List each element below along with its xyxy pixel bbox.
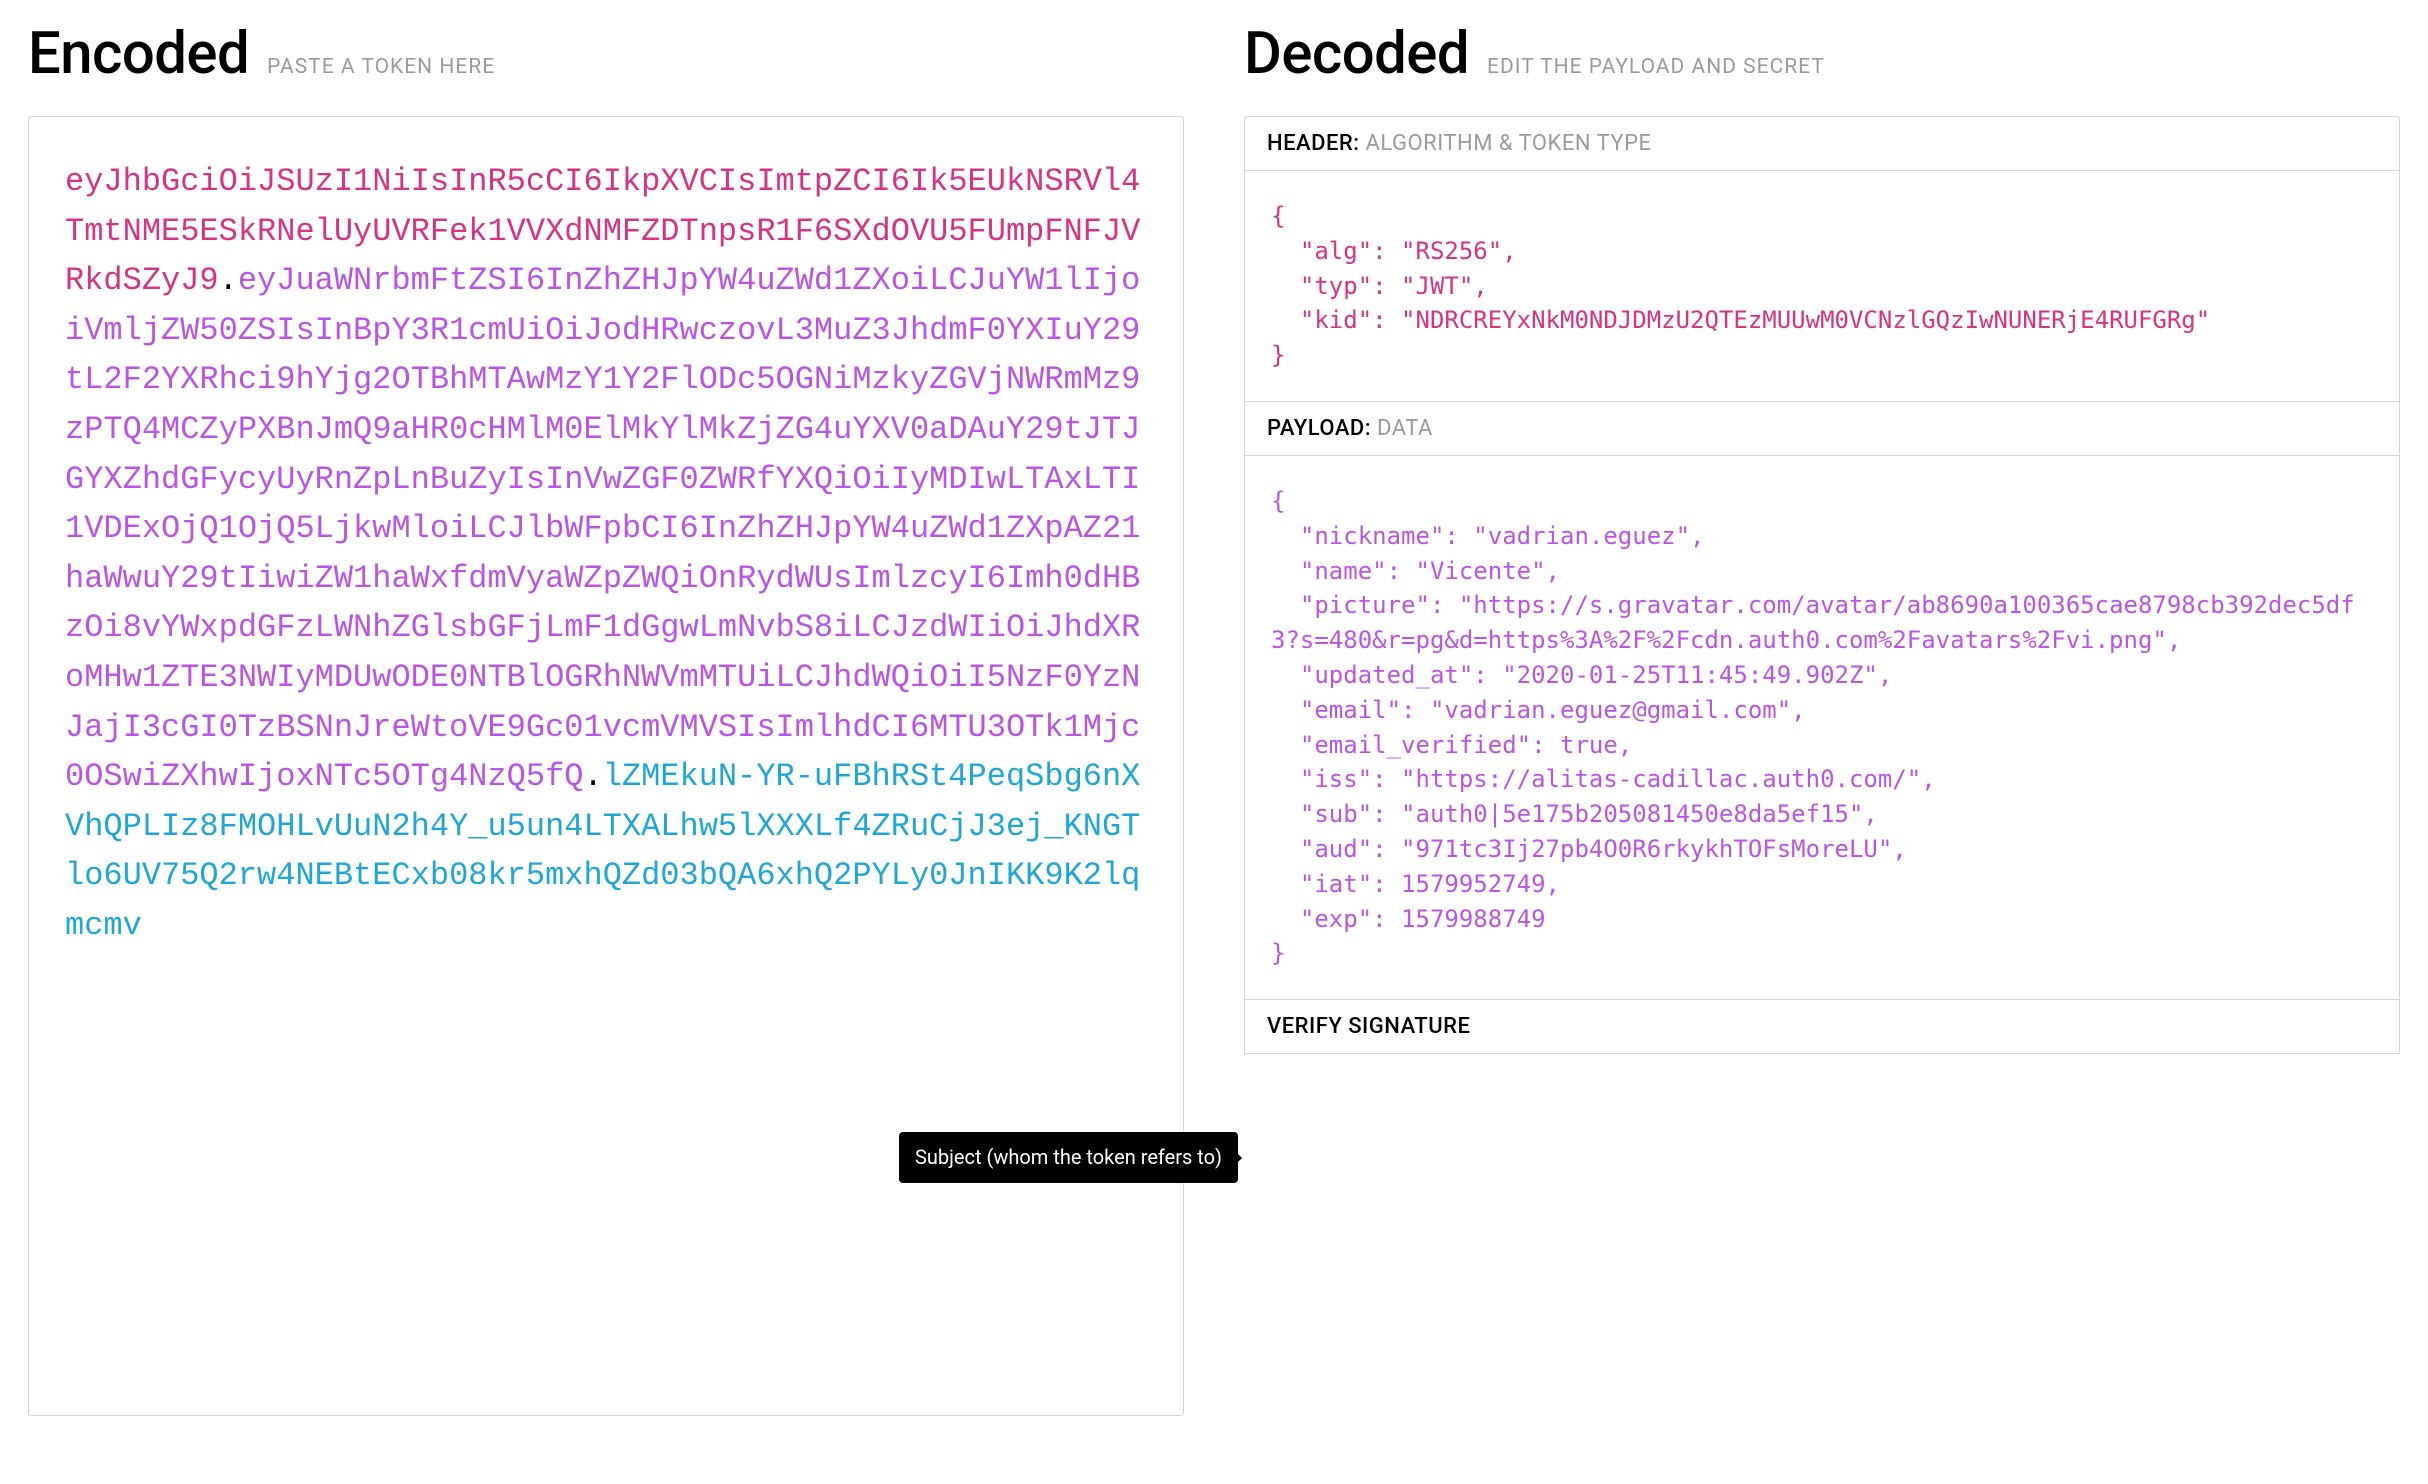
decoded-subtitle: EDIT THE PAYLOAD AND SECRET (1487, 55, 1825, 79)
decoded-payload-content[interactable]: { "nickname": "vadrian.eguez", "name": "… (1271, 484, 2373, 971)
decoded-title-row: Decoded EDIT THE PAYLOAD AND SECRET (1244, 20, 2400, 88)
decoded-signature-label: VERIFY SIGNATURE (1245, 1000, 2399, 1053)
decoded-header-label: HEADER: ALGORITHM & TOKEN TYPE (1245, 117, 2399, 171)
encoded-subtitle: PASTE A TOKEN HERE (267, 55, 495, 79)
decoded-stack: HEADER: ALGORITHM & TOKEN TYPE { "alg": … (1244, 116, 2400, 1054)
encoded-title-row: Encoded PASTE A TOKEN HERE (28, 20, 1184, 88)
decoded-header-panel: HEADER: ALGORITHM & TOKEN TYPE { "alg": … (1244, 116, 2400, 402)
encoded-title: Encoded (28, 20, 249, 88)
encoded-token-box[interactable]: eyJhbGciOiJSUzI1NiIsInR5cCI6IkpXVCIsImtp… (28, 116, 1184, 1416)
decoded-payload-label-strong: PAYLOAD: (1267, 416, 1371, 441)
decoded-payload-panel: PAYLOAD: DATA { "nickname": "vadrian.egu… (1244, 401, 2400, 1000)
claim-tooltip: Subject (whom the token refers to) (899, 1132, 1238, 1183)
decoded-payload-body[interactable]: { "nickname": "vadrian.eguez", "name": "… (1245, 456, 2399, 999)
token-payload-segment[interactable]: eyJuaWNrbmFtZSI6InZhZHJpYW4uZWd1ZXoiLCJu… (65, 262, 1140, 795)
tooltip-text: Subject (whom the token refers to) (915, 1145, 1222, 1169)
decoded-header-label-strong: HEADER: (1267, 131, 1360, 156)
decoded-header-content[interactable]: { "alg": "RS256", "typ": "JWT", "kid": "… (1271, 199, 2373, 373)
encoded-column: Encoded PASTE A TOKEN HERE eyJhbGciOiJSU… (28, 20, 1184, 1416)
token-dot: . (219, 262, 238, 299)
decoded-signature-label-strong: VERIFY SIGNATURE (1267, 1014, 1470, 1039)
decoded-header-label-light: ALGORITHM & TOKEN TYPE (1366, 131, 1652, 156)
decoded-payload-label-light: DATA (1377, 416, 1433, 441)
decoded-title: Decoded (1244, 20, 1469, 88)
decoded-header-body[interactable]: { "alg": "RS256", "typ": "JWT", "kid": "… (1245, 171, 2399, 401)
decoded-column: Decoded EDIT THE PAYLOAD AND SECRET HEAD… (1244, 20, 2400, 1416)
decoded-payload-label: PAYLOAD: DATA (1245, 402, 2399, 456)
token-dot: . (583, 758, 602, 795)
decoded-signature-panel: VERIFY SIGNATURE (1244, 999, 2400, 1054)
